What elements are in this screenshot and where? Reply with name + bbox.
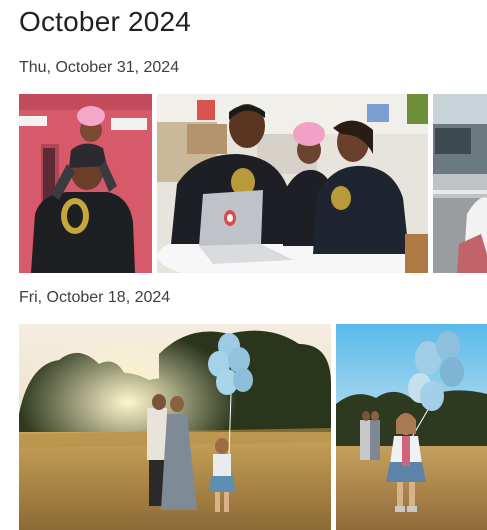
page-title: October 2024 <box>19 6 192 37</box>
photo-partial-outdoor[interactable] <box>433 94 487 273</box>
date-header-oct-18: Fri, October 18, 2024 <box>19 289 171 306</box>
photo-girl-with-balloons[interactable] <box>336 324 487 530</box>
photo-father-daughter-on-shoulders[interactable] <box>19 94 152 273</box>
date-header-oct-31: Thu, October 31, 2024 <box>19 59 180 76</box>
photo-family-field-balloons[interactable] <box>19 324 331 530</box>
photo-family-at-laptop[interactable] <box>157 94 428 273</box>
